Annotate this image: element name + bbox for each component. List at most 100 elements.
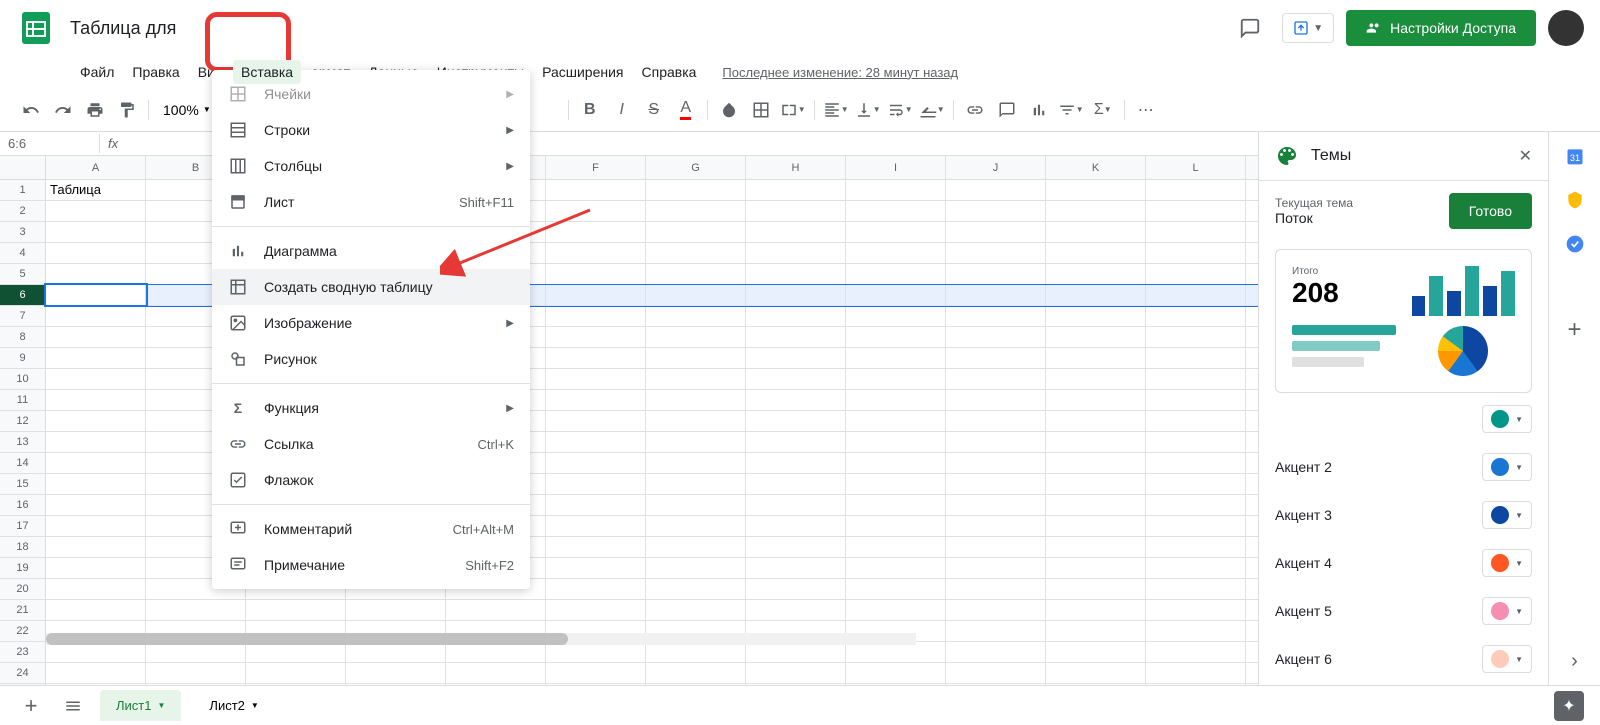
cell[interactable] <box>246 642 346 662</box>
cell[interactable] <box>546 390 646 410</box>
row-header[interactable]: 16 <box>0 495 45 516</box>
col-header[interactable]: A <box>46 156 146 179</box>
cell[interactable] <box>46 285 146 305</box>
cell[interactable] <box>646 663 746 683</box>
cell[interactable] <box>546 348 646 368</box>
row-header[interactable]: 20 <box>0 579 45 600</box>
menu-help[interactable]: Справка <box>634 60 705 84</box>
cell[interactable] <box>1046 663 1146 683</box>
cell[interactable] <box>646 579 746 599</box>
cell[interactable] <box>946 264 1046 284</box>
cell[interactable] <box>1046 600 1146 620</box>
col-header[interactable]: J <box>946 156 1046 179</box>
cell[interactable] <box>1146 201 1246 221</box>
document-title[interactable]: Таблица для <box>64 16 182 41</box>
cell[interactable] <box>746 264 846 284</box>
theme-preview[interactable]: Итого 208 <box>1275 249 1532 393</box>
zoom-select[interactable]: 100% ▼ <box>155 98 219 122</box>
cell[interactable] <box>146 600 246 620</box>
cell[interactable] <box>946 201 1046 221</box>
cell[interactable] <box>1146 411 1246 431</box>
cell[interactable] <box>1146 558 1246 578</box>
cell[interactable] <box>346 600 446 620</box>
cell[interactable] <box>46 201 146 221</box>
cell[interactable] <box>1146 432 1246 452</box>
cell[interactable] <box>1046 369 1146 389</box>
cell-row[interactable] <box>46 600 1258 621</box>
row-header[interactable]: 10 <box>0 369 45 390</box>
cell[interactable] <box>546 201 646 221</box>
more-button[interactable]: ⋯ <box>1131 95 1161 125</box>
cell[interactable] <box>1146 264 1246 284</box>
cell[interactable] <box>1046 222 1146 242</box>
cell[interactable] <box>1046 432 1146 452</box>
cell[interactable] <box>1046 180 1146 200</box>
menu-checkbox[interactable]: Флажок <box>212 462 530 498</box>
cell[interactable] <box>646 537 746 557</box>
cell[interactable] <box>746 474 846 494</box>
cell[interactable] <box>1046 579 1146 599</box>
cell[interactable] <box>746 579 846 599</box>
cell[interactable] <box>546 180 646 200</box>
cell[interactable] <box>746 306 846 326</box>
cell[interactable] <box>546 474 646 494</box>
cell[interactable] <box>946 390 1046 410</box>
row-header[interactable]: 13 <box>0 432 45 453</box>
cell[interactable] <box>846 558 946 578</box>
cell[interactable] <box>546 243 646 263</box>
row-header[interactable]: 9 <box>0 348 45 369</box>
cell[interactable] <box>1046 411 1146 431</box>
cell[interactable] <box>946 222 1046 242</box>
cell[interactable] <box>946 453 1046 473</box>
menu-sheet[interactable]: ЛистShift+F11 <box>212 184 530 220</box>
row-header[interactable]: 3 <box>0 222 45 243</box>
select-all-corner[interactable] <box>0 156 46 179</box>
chart-button[interactable] <box>1024 95 1054 125</box>
col-header[interactable]: K <box>1046 156 1146 179</box>
cell[interactable] <box>546 558 646 578</box>
menu-drawing[interactable]: Рисунок <box>212 341 530 377</box>
halign-button[interactable]: ▼ <box>821 95 851 125</box>
cell[interactable] <box>1146 663 1246 683</box>
grid[interactable]: ABCDEFGHIJKL 123456789101112131415161718… <box>0 156 1258 685</box>
cell[interactable] <box>1146 222 1246 242</box>
cell[interactable] <box>46 579 146 599</box>
redo-button[interactable] <box>48 95 78 125</box>
undo-button[interactable] <box>16 95 46 125</box>
menu-link[interactable]: СсылкаCtrl+K <box>212 426 530 462</box>
cell[interactable] <box>846 264 946 284</box>
cell[interactable] <box>46 327 146 347</box>
cell[interactable] <box>646 495 746 515</box>
cell[interactable] <box>846 537 946 557</box>
cell[interactable] <box>746 642 846 662</box>
cell[interactable] <box>746 432 846 452</box>
cell[interactable] <box>746 180 846 200</box>
color-picker[interactable]: ▼ <box>1482 405 1532 433</box>
cell[interactable] <box>846 369 946 389</box>
cell[interactable] <box>46 243 146 263</box>
cell[interactable] <box>946 348 1046 368</box>
cell[interactable] <box>846 474 946 494</box>
cell[interactable] <box>1046 390 1146 410</box>
filter-button[interactable]: ▼ <box>1056 95 1086 125</box>
cell[interactable] <box>846 201 946 221</box>
cell[interactable] <box>1046 327 1146 347</box>
cell[interactable] <box>646 306 746 326</box>
cell[interactable] <box>846 285 946 305</box>
cell[interactable] <box>1146 474 1246 494</box>
collapse-rail-button[interactable]: › <box>1563 649 1587 673</box>
cell[interactable] <box>1146 453 1246 473</box>
row-header[interactable]: 6 <box>0 285 45 306</box>
cell[interactable] <box>946 663 1046 683</box>
cell[interactable] <box>646 474 746 494</box>
cell[interactable] <box>646 558 746 578</box>
sheets-logo[interactable] <box>16 8 56 48</box>
paint-format-button[interactable] <box>112 95 142 125</box>
cell[interactable] <box>1046 621 1146 641</box>
row-header[interactable]: 2 <box>0 201 45 222</box>
cell[interactable] <box>746 537 846 557</box>
cell[interactable] <box>646 180 746 200</box>
menu-extensions[interactable]: Расширения <box>534 60 631 84</box>
cell[interactable] <box>1046 201 1146 221</box>
cell[interactable] <box>746 327 846 347</box>
